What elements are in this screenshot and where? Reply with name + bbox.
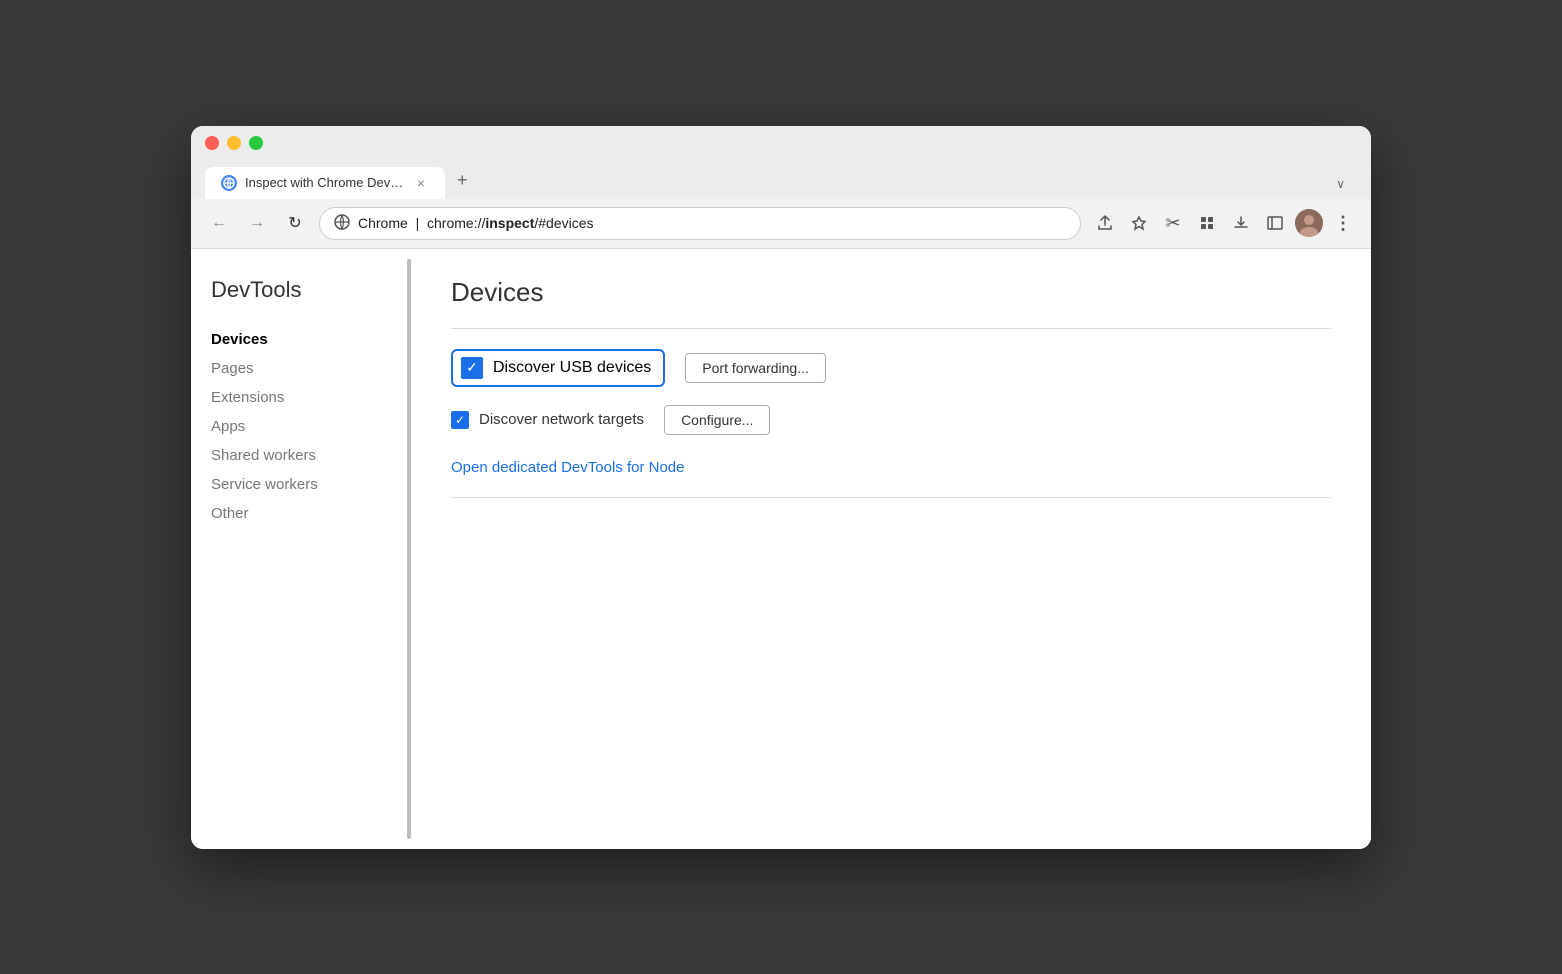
bookmark-icon[interactable] [1125,209,1153,237]
discover-usb-text: Discover USB devices [493,359,651,377]
sidebar-item-devices[interactable]: Devices [211,327,391,352]
sidebar-nav: Devices Pages Extensions Apps Shared wor… [211,327,391,526]
sidebar: DevTools Devices Pages Extensions Apps S… [191,249,411,849]
discover-network-text: Discover network targets [479,411,644,428]
configure-button[interactable]: Configure... [664,405,770,435]
network-option-row: ✓ Discover network targets Configure... [451,405,1331,435]
sidebar-icon[interactable] [1261,209,1289,237]
sidebar-item-shared-workers[interactable]: Shared workers [211,443,391,468]
toolbar-icons: ✂ [1091,209,1357,237]
forward-button[interactable]: → [243,209,271,237]
tab-close-button[interactable]: × [413,175,429,191]
sidebar-title: DevTools [211,277,391,303]
main-content: DevTools Devices Pages Extensions Apps S… [191,249,1371,849]
port-forwarding-button[interactable]: Port forwarding... [685,353,826,383]
page-content: Devices ✓ Discover USB devices Port forw… [411,249,1371,849]
extensions-icon[interactable] [1193,209,1221,237]
network-checkmark: ✓ [455,413,465,427]
share-icon[interactable] [1091,209,1119,237]
discover-usb-checkbox[interactable]: ✓ [461,357,483,379]
usb-option-row: ✓ Discover USB devices Port forwarding..… [451,349,1331,387]
address-bar-row: ← → ↻ Chrome | chrome://inspect/#devices [191,199,1371,249]
address-label: Chrome [358,215,408,231]
download-icon[interactable] [1227,209,1255,237]
sidebar-item-apps[interactable]: Apps [211,414,391,439]
discover-usb-label[interactable]: ✓ Discover USB devices [451,349,665,387]
tab-title: Inspect with Chrome Develope [245,175,405,190]
refresh-button[interactable]: ↻ [281,209,309,237]
tab-expand-button[interactable]: ∨ [1324,169,1357,199]
maximize-button[interactable] [249,136,263,150]
sidebar-item-other[interactable]: Other [211,501,391,526]
browser-window: Inspect with Chrome Develope × + ∨ ← → ↻… [191,126,1371,849]
close-button[interactable] [205,136,219,150]
globe-icon [334,214,350,233]
page-title: Devices [451,277,1331,308]
sidebar-item-service-workers[interactable]: Service workers [211,472,391,497]
address-url-bold: inspect [485,215,534,231]
address-url-prefix: chrome:// [427,215,485,231]
menu-icon[interactable]: ⋮ [1329,209,1357,237]
address-url-suffix: /#devices [534,215,593,231]
tabs-row: Inspect with Chrome Develope × + ∨ [205,162,1357,199]
new-tab-button[interactable]: + [445,162,480,199]
usb-checkmark: ✓ [466,359,478,376]
sidebar-item-extensions[interactable]: Extensions [211,385,391,410]
top-divider [451,328,1331,329]
avatar[interactable] [1295,209,1323,237]
discover-network-label[interactable]: ✓ Discover network targets [451,407,644,433]
active-tab[interactable]: Inspect with Chrome Develope × [205,167,445,199]
tab-favicon [221,175,237,191]
scissors-icon[interactable]: ✂ [1159,209,1187,237]
address-text: Chrome | chrome://inspect/#devices [358,215,1066,231]
sidebar-item-pages[interactable]: Pages [211,356,391,381]
minimize-button[interactable] [227,136,241,150]
back-button[interactable]: ← [205,209,233,237]
bottom-divider [451,497,1331,498]
address-field[interactable]: Chrome | chrome://inspect/#devices [319,207,1081,240]
discover-network-checkbox[interactable]: ✓ [451,411,469,429]
traffic-lights [205,136,1357,150]
title-bar: Inspect with Chrome Develope × + ∨ [191,126,1371,199]
devtools-node-link[interactable]: Open dedicated DevTools for Node [451,459,684,476]
